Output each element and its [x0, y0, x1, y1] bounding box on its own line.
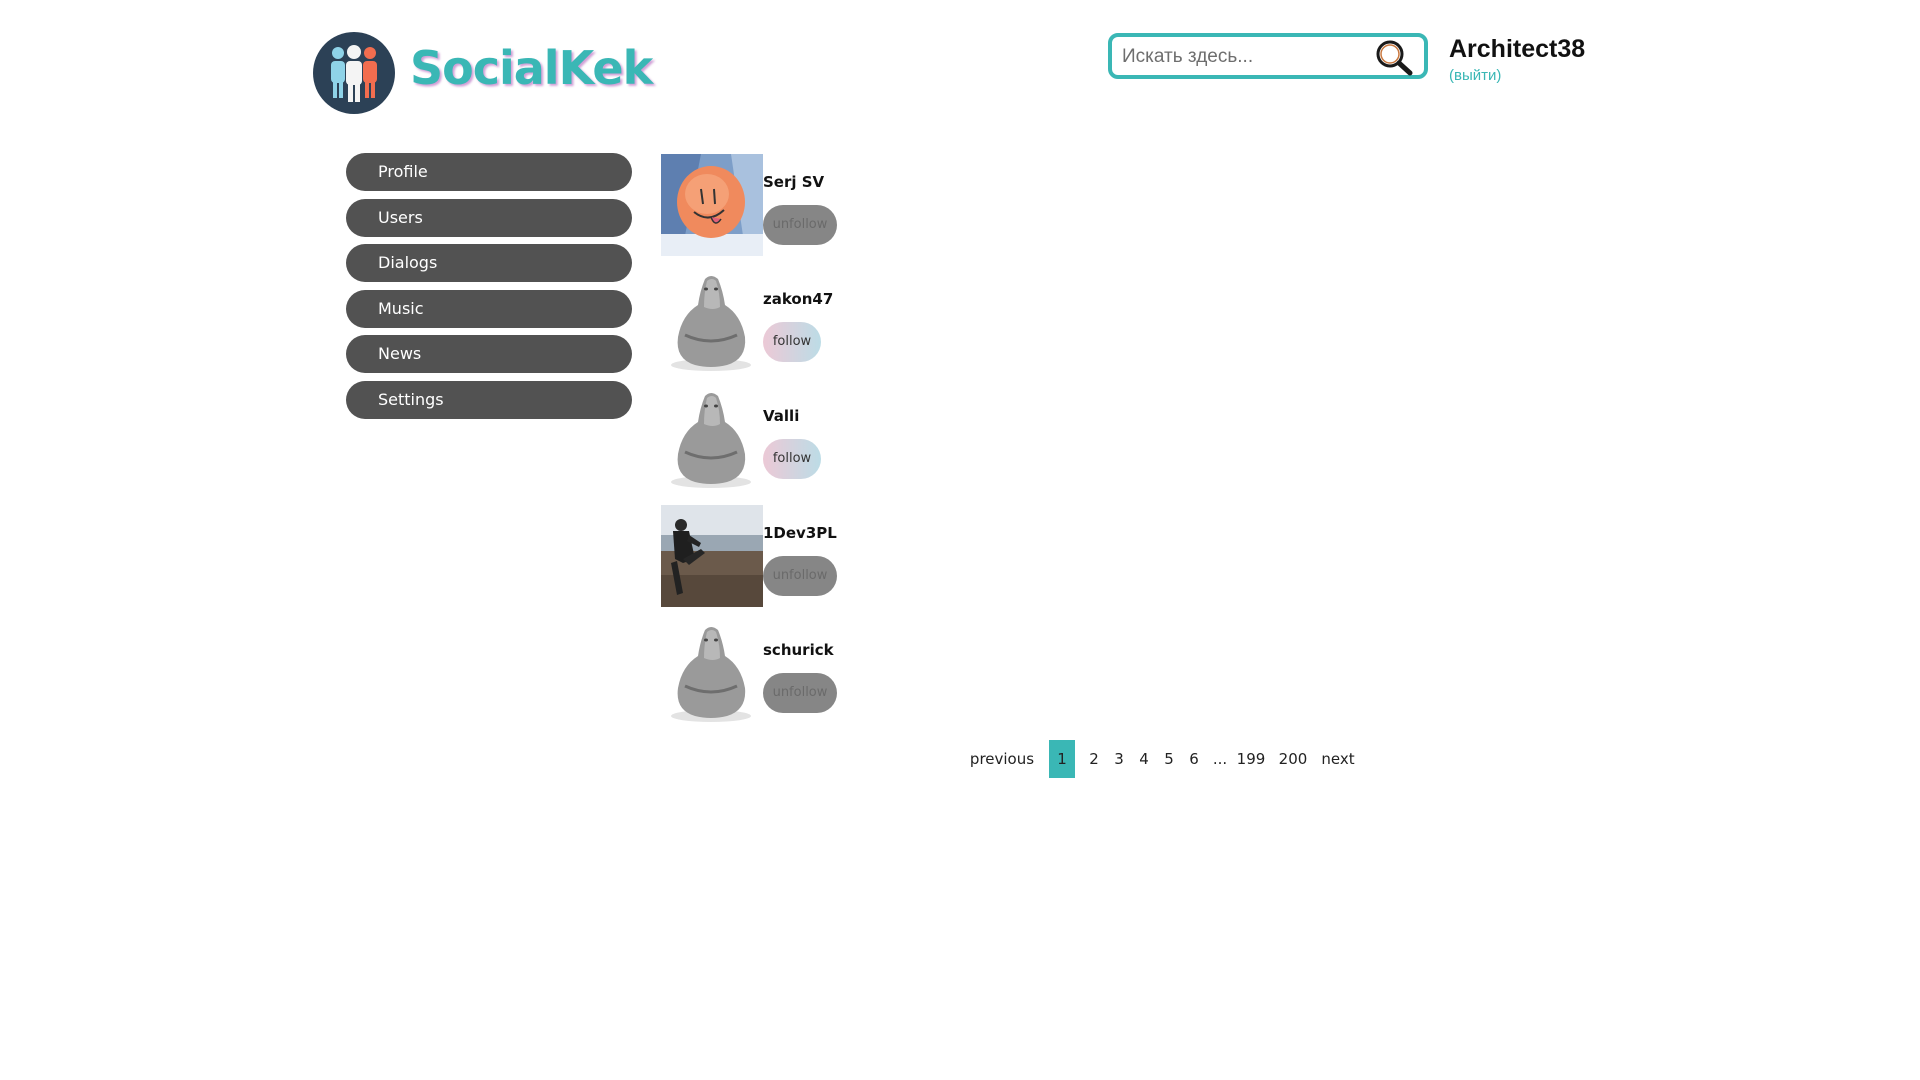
- user-avatar[interactable]: [661, 154, 763, 256]
- follow-button[interactable]: follow: [763, 439, 821, 479]
- search-icon[interactable]: [1372, 37, 1416, 77]
- user-avatar[interactable]: [661, 271, 763, 373]
- logo-icon: [313, 32, 395, 114]
- user-name: zakon47: [763, 290, 834, 308]
- user-name: schurick: [763, 641, 834, 659]
- user-avatar[interactable]: [661, 388, 763, 490]
- user-row: 1Dev3PL unfollow: [661, 505, 961, 607]
- current-user-name: Architect38: [1449, 35, 1586, 63]
- nav-item-profile[interactable]: Profile: [346, 153, 632, 191]
- nav-item-users[interactable]: Users: [346, 199, 632, 237]
- user-avatar[interactable]: [661, 622, 763, 724]
- page: SocialKek Architect38 (выйти) Profile Us…: [0, 0, 1920, 1080]
- pagination-page[interactable]: 6: [1187, 740, 1201, 778]
- search-box: [1108, 33, 1428, 79]
- pagination-page[interactable]: 2: [1087, 740, 1101, 778]
- unfollow-button[interactable]: unfollow: [763, 205, 837, 245]
- unfollow-button[interactable]: unfollow: [763, 673, 837, 713]
- search-input[interactable]: [1122, 43, 1372, 71]
- unfollow-button[interactable]: unfollow: [763, 556, 837, 596]
- pagination-previous[interactable]: previous: [965, 740, 1039, 778]
- nav-item-news[interactable]: News: [346, 335, 632, 373]
- pagination-ellipsis: ...: [1212, 750, 1228, 768]
- user-row: zakon47 follow: [661, 271, 961, 373]
- pagination-page[interactable]: 199: [1236, 740, 1266, 778]
- user-name: Valli: [763, 407, 800, 425]
- nav-item-dialogs[interactable]: Dialogs: [346, 244, 632, 282]
- user-row: schurick unfollow: [661, 622, 961, 724]
- follow-button[interactable]: follow: [763, 322, 821, 362]
- user-name: Serj SV: [763, 173, 825, 191]
- user-row: Serj SV unfollow: [661, 154, 961, 256]
- pagination-page[interactable]: 5: [1162, 740, 1176, 778]
- user-name: 1Dev3PL: [763, 524, 837, 542]
- user-avatar[interactable]: [661, 505, 763, 607]
- logout-link[interactable]: (выйти): [1449, 67, 1501, 85]
- user-row: Valli follow: [661, 388, 961, 490]
- pagination-page-current[interactable]: 1: [1049, 740, 1075, 778]
- pagination-next[interactable]: next: [1320, 740, 1356, 778]
- nav-item-music[interactable]: Music: [346, 290, 632, 328]
- logo-text: SocialKek: [410, 41, 653, 95]
- nav-item-settings[interactable]: Settings: [346, 381, 632, 419]
- pagination-page[interactable]: 3: [1112, 740, 1126, 778]
- pagination-page[interactable]: 200: [1277, 740, 1309, 778]
- pagination-page[interactable]: 4: [1137, 740, 1151, 778]
